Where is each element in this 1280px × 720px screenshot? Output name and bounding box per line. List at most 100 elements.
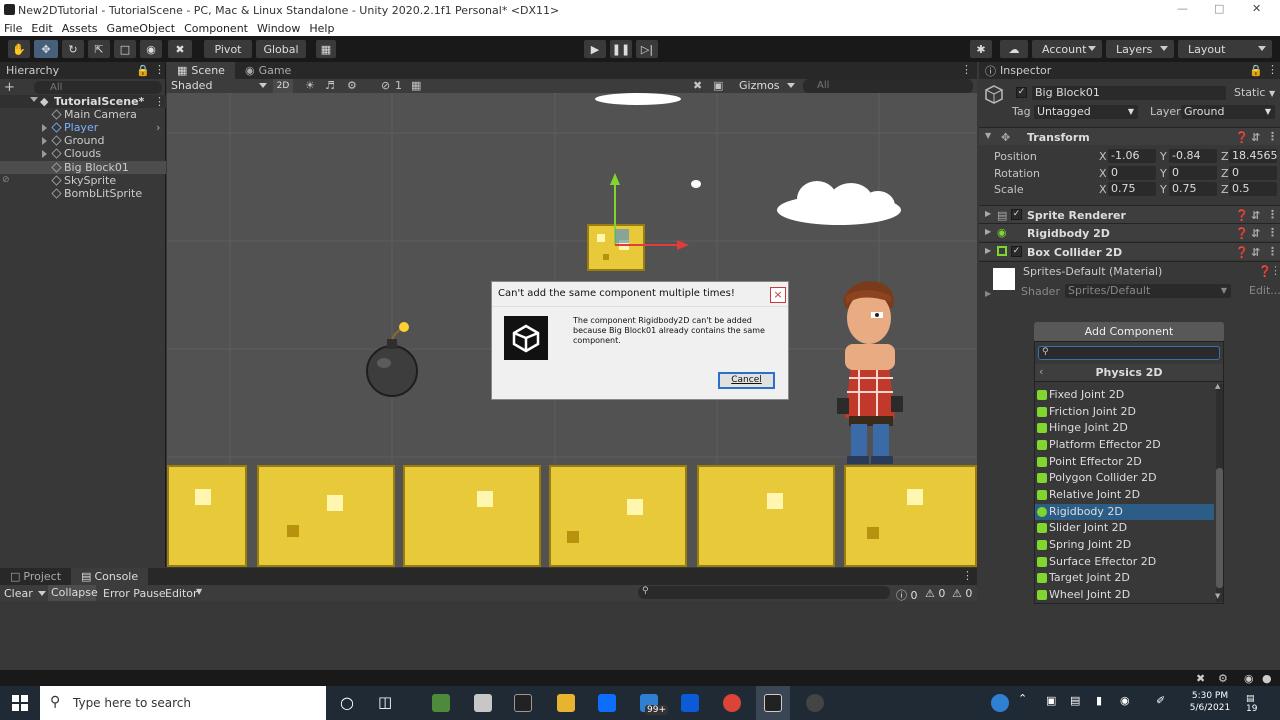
cache-icon[interactable]: ◉ <box>1244 672 1254 685</box>
list-item-relative-joint-2d[interactable]: Relative Joint 2D <box>1035 487 1214 503</box>
taskbar-search-input[interactable]: ⚲ Type here to search <box>40 686 326 720</box>
preset-icon[interactable]: ⇵ <box>1251 246 1260 259</box>
lock-icon[interactable]: 🔒 <box>136 64 150 77</box>
account-dropdown[interactable]: Account <box>1032 40 1102 58</box>
inspector-tab[interactable]: Inspector <box>1000 64 1051 77</box>
list-item-spring-joint-2d[interactable]: Spring Joint 2D <box>1035 537 1214 553</box>
scroll-up-icon[interactable]: ▲ <box>1215 382 1220 390</box>
expand-icon[interactable] <box>30 97 38 102</box>
dropbox-icon[interactable] <box>598 694 616 712</box>
shading-dropdown[interactable]: Shaded <box>171 79 267 93</box>
lighting-icon[interactable]: ☀ <box>305 79 315 92</box>
component-search-input[interactable]: ⚲ <box>1038 346 1220 360</box>
sprite-renderer-component[interactable]: ▶ ▤ ✓ Sprite Renderer ❓ ⇵ ⋮ <box>979 205 1280 223</box>
list-item-rigidbody-2d[interactable]: Rigidbody 2D <box>1035 504 1214 520</box>
shader-dropdown[interactable]: Sprites/Default ▼ <box>1065 284 1231 298</box>
app-icon[interactable] <box>474 694 492 712</box>
edit-shader-button[interactable]: Edit... <box>1249 284 1280 297</box>
position-y-field[interactable]: -0.84 <box>1169 149 1217 163</box>
expand-icon[interactable]: ▼ <box>985 131 991 140</box>
tag-dropdown[interactable]: Untagged ▼ <box>1034 105 1138 119</box>
clock[interactable]: 5:30 PM 5/6/2021 <box>1184 690 1236 714</box>
error-count[interactable]: ⚠ 0 <box>952 587 972 600</box>
dialog-close-button[interactable]: × <box>770 287 786 303</box>
custom-tool-button[interactable]: ✖ <box>168 40 192 58</box>
object-name-field[interactable]: Big Block01 <box>1032 86 1226 100</box>
hierarchy-item-skysprite[interactable]: ⊘ SkySprite <box>0 174 166 187</box>
more-icon[interactable]: ⋮ <box>154 63 165 76</box>
hierarchy-tab[interactable]: Hierarchy <box>6 64 59 77</box>
more-icon[interactable]: ⋮ <box>962 569 973 582</box>
chrome-icon[interactable] <box>723 694 741 712</box>
hierarchy-scene-row[interactable]: ◆ TutorialScene* ⋮ <box>0 95 166 108</box>
rotation-z-field[interactable]: 0 <box>1229 166 1277 180</box>
settings-icon[interactable]: ⚙ <box>1218 672 1228 685</box>
layers-dropdown[interactable]: Layers <box>1106 40 1174 58</box>
more-icon[interactable]: ⋮ <box>1267 226 1278 239</box>
hierarchy-item-player[interactable]: Player › <box>0 121 166 134</box>
grid-snap-button[interactable]: ▦ <box>316 40 336 58</box>
rotation-y-field[interactable]: 0 <box>1169 166 1217 180</box>
menu-assets[interactable]: Assets <box>62 22 98 35</box>
audio-icon[interactable]: ♬ <box>325 79 335 92</box>
wrench-icon[interactable]: ✖ <box>1196 672 1205 685</box>
scroll-down-icon[interactable]: ▼ <box>1215 592 1220 600</box>
hierarchy-item-bomblitsprite[interactable]: BombLitSprite <box>0 187 166 200</box>
expand-icon[interactable]: ▶ <box>985 289 991 298</box>
error-pause-toggle[interactable]: Error Pause <box>103 587 166 600</box>
list-item-friction-joint-2d[interactable]: Friction Joint 2D <box>1035 404 1214 420</box>
scale-tool-button[interactable]: ⇱ <box>88 40 110 58</box>
chevron-down-icon[interactable]: ▼ <box>196 587 202 596</box>
transform-tool-button[interactable]: ◉ <box>140 40 162 58</box>
more-icon[interactable]: ⋮ <box>1267 63 1278 76</box>
expand-icon[interactable] <box>42 150 47 158</box>
layout-dropdown[interactable]: Layout <box>1178 40 1272 58</box>
tab-game[interactable]: ◉ Game <box>234 62 302 79</box>
hidden-icon[interactable]: ⊘ <box>2 174 10 187</box>
more-icon[interactable]: ⋮ <box>961 63 972 76</box>
photos-app-icon[interactable] <box>432 694 450 712</box>
rigidbody2d-component[interactable]: ▶ ◉ Rigidbody 2D ❓ ⇵ ⋮ <box>979 223 1280 241</box>
collab-button[interactable]: ✱ <box>970 40 992 58</box>
network-icon[interactable]: ▤ <box>1070 694 1080 707</box>
list-item-wheel-joint-2d[interactable]: Wheel Joint 2D <box>1035 587 1214 603</box>
windows-start-icon[interactable] <box>12 695 28 711</box>
cancel-button[interactable]: Cancel <box>718 372 775 389</box>
rotation-x-field[interactable]: 0 <box>1108 166 1156 180</box>
expand-icon[interactable] <box>42 124 47 132</box>
menu-window[interactable]: Window <box>257 22 300 35</box>
help-icon[interactable]: ❓ <box>1235 227 1249 240</box>
active-checkbox[interactable]: ✓ <box>1016 87 1027 98</box>
menu-help[interactable]: Help <box>309 22 334 35</box>
cloud-button[interactable]: ☁ <box>1000 40 1028 58</box>
add-icon[interactable]: + <box>4 80 15 95</box>
minimize-button[interactable]: — <box>1177 2 1188 15</box>
more-icon[interactable]: ⋮ <box>1267 130 1278 143</box>
more-icon[interactable]: ⋮ <box>1267 208 1278 221</box>
hierarchy-item-big-block01[interactable]: Big Block01 <box>0 161 166 174</box>
close-button[interactable]: ✕ <box>1252 2 1261 15</box>
help-icon[interactable]: ❓ <box>1235 246 1249 259</box>
tab-scene[interactable]: ▦ Scene <box>167 62 235 79</box>
box-collider2d-component[interactable]: ▶ ✓ Box Collider 2D ❓ ⇵ ⋮ <box>979 242 1280 260</box>
list-item-point-effector-2d[interactable]: Point Effector 2D <box>1035 454 1214 470</box>
scene-menu-icon[interactable]: ⋮ <box>154 95 165 108</box>
position-x-field[interactable]: -1.06 <box>1108 149 1156 163</box>
clear-button[interactable]: Clear <box>4 587 33 600</box>
play-button[interactable]: ▶ <box>584 40 606 58</box>
expand-icon[interactable] <box>42 137 47 145</box>
tab-console[interactable]: ▤ Console <box>71 568 149 585</box>
layer-dropdown[interactable]: Ground ▼ <box>1181 105 1275 119</box>
sprite-renderer-checkbox[interactable]: ✓ <box>1011 209 1022 220</box>
2d-toggle[interactable]: 2D <box>273 79 293 93</box>
unity-hub-icon[interactable] <box>514 694 532 712</box>
hierarchy-item-main-camera[interactable]: Main Camera <box>0 108 166 121</box>
wifi-icon[interactable]: ◉ <box>1120 694 1130 707</box>
move-gizmo[interactable] <box>607 171 697 271</box>
menu-file[interactable]: File <box>4 22 22 35</box>
gizmos-dropdown[interactable]: Gizmos <box>739 79 795 93</box>
cloud-large[interactable] <box>777 181 901 227</box>
unity-editor-taskbar-button[interactable] <box>756 686 790 720</box>
more-icon[interactable]: ⋮ <box>1267 245 1278 258</box>
scene-search-input[interactable]: All <box>803 79 973 93</box>
